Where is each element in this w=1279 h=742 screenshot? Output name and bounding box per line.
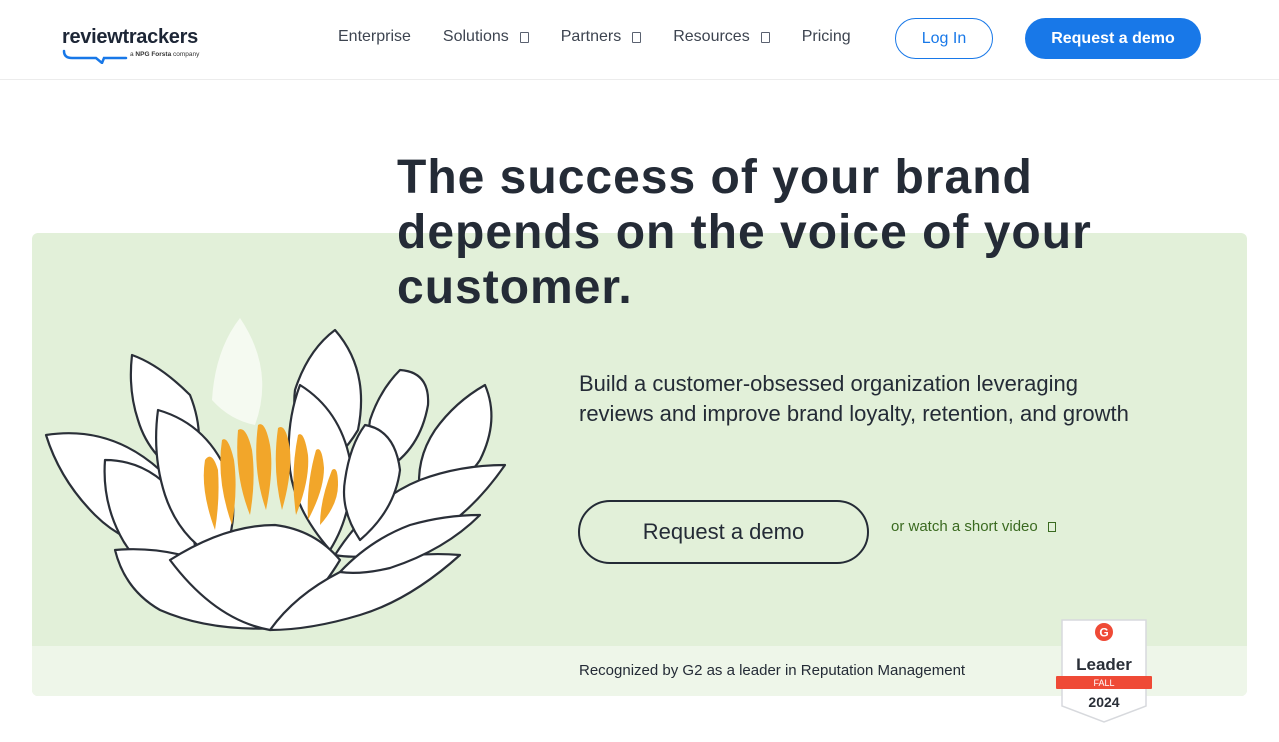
brand-wordmark: reviewtrackers (62, 26, 198, 48)
login-button[interactable]: Log In (895, 18, 993, 59)
nav-label: Pricing (801, 28, 851, 45)
headline-line: customer. (397, 261, 633, 314)
watch-video-link[interactable]: or watch a short video (891, 518, 1056, 535)
badge-year: 2024 (1088, 694, 1119, 710)
brand-logo[interactable]: reviewtrackers a NPG Forsta company (62, 26, 212, 66)
nav-item-pricing[interactable]: Pricing (802, 28, 851, 46)
nav-label: Resources (673, 28, 750, 45)
site-header: reviewtrackers a NPG Forsta company Ente… (0, 0, 1279, 80)
lotus-flower-illustration (44, 318, 507, 632)
brand-subline: a NPG Forsta company (130, 51, 200, 58)
main-nav: Enterprise Solutions Partners Resources … (338, 28, 851, 46)
badge-title: Leader (1076, 655, 1132, 674)
g2-recognition-text: Recognized by G2 as a leader in Reputati… (579, 662, 966, 679)
chevron-down-icon (760, 31, 770, 43)
g2-logo-icon: G (1099, 626, 1108, 640)
nav-item-enterprise[interactable]: Enterprise (338, 28, 411, 46)
badge-season: FALL (1093, 678, 1114, 688)
nav-label: Solutions (442, 28, 509, 45)
request-demo-button[interactable]: Request a demo (1025, 18, 1201, 59)
nav-item-partners[interactable]: Partners (560, 28, 642, 46)
nav-item-resources[interactable]: Resources (673, 28, 770, 46)
headline-line: depends on the voice of your (397, 206, 1092, 259)
nav-label: Partners (560, 28, 622, 45)
hero-headline: The success of your brand depends on the… (397, 150, 1157, 315)
chevron-down-icon (632, 31, 642, 43)
video-link-label: or watch a short video (891, 518, 1038, 535)
hero-subtext: Build a customer-obsessed organization l… (579, 371, 1129, 426)
chevron-down-icon (519, 31, 529, 43)
play-icon (1047, 521, 1056, 532)
nav-label: Enterprise (338, 28, 411, 45)
nav-item-solutions[interactable]: Solutions (443, 28, 529, 46)
g2-leader-badge[interactable]: G Leader FALL 2024 (1056, 618, 1152, 724)
headline-line: The success of your brand (397, 151, 1033, 204)
speech-bubble-icon (62, 49, 128, 64)
hero-request-demo-button[interactable]: Request a demo (578, 500, 869, 564)
